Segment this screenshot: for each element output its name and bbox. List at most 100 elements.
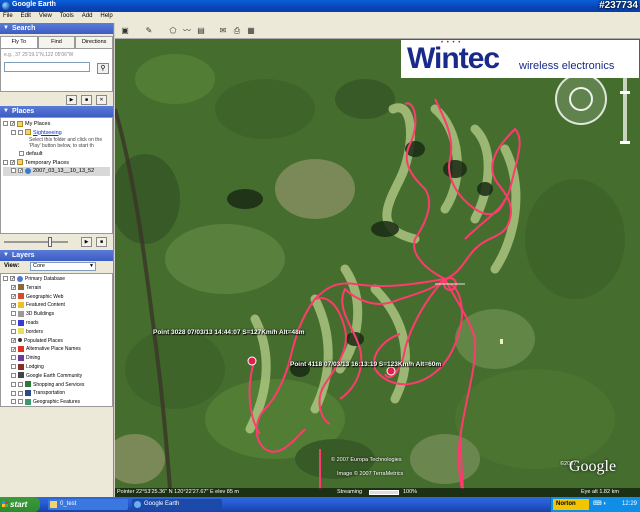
checkbox-icon[interactable] <box>11 337 16 343</box>
stop-tour-button[interactable]: ■ <box>96 237 107 247</box>
checkbox-icon[interactable] <box>18 129 23 135</box>
tilt-slider[interactable] <box>555 48 615 50</box>
checkbox-icon[interactable] <box>19 151 24 157</box>
play-tour-button[interactable]: ▶ <box>81 237 92 247</box>
task-google-earth[interactable]: Google Earth <box>132 499 222 510</box>
view-select[interactable]: Core ▼ <box>30 262 96 271</box>
checkbox-icon[interactable] <box>11 328 16 334</box>
checkbox-icon[interactable] <box>11 284 16 290</box>
layer-item[interactable]: Alternative Place Names <box>3 345 110 354</box>
search-go-button[interactable]: ⚲ <box>97 63 109 74</box>
tab-directions[interactable]: Directions <box>75 36 114 48</box>
ime-indicator[interactable]: ⌨ ◐ <box>593 499 607 510</box>
checkbox-icon[interactable] <box>11 355 16 361</box>
tab-fly-to[interactable]: Fly To <box>0 36 38 48</box>
layer-label: Terrain <box>26 284 42 291</box>
checkbox-icon[interactable] <box>11 372 16 378</box>
checkbox-icon[interactable] <box>10 159 15 165</box>
stop-button[interactable]: ■ <box>81 95 92 105</box>
checkbox-icon[interactable] <box>11 311 16 317</box>
tree-item-sightseeing[interactable]: Sightseeing <box>3 129 110 138</box>
clear-button[interactable]: ✕ <box>96 95 107 105</box>
chevron-down-icon[interactable]: ▼ <box>89 263 94 269</box>
checkbox-icon[interactable] <box>11 293 16 299</box>
tour-speed-track[interactable] <box>4 241 68 243</box>
layer-label: Transportation <box>33 390 66 397</box>
fly-to-input[interactable] <box>4 62 90 72</box>
checkbox-icon[interactable] <box>18 168 23 174</box>
checkbox-icon[interactable] <box>11 364 16 370</box>
play-button[interactable]: ▶ <box>66 95 77 105</box>
expand-icon[interactable] <box>3 121 8 127</box>
point-4118-marker[interactable] <box>386 366 396 376</box>
layer-item[interactable]: Shopping and Services <box>3 381 110 390</box>
menu-edit[interactable]: Edit <box>18 12 34 20</box>
layer-item[interactable]: Terrain <box>3 284 110 293</box>
norton-button[interactable]: Norton <box>553 499 589 510</box>
navigation-compass[interactable]: N <box>555 72 607 125</box>
maps-icon[interactable]: ▦ <box>245 25 257 36</box>
expand-icon[interactable] <box>11 381 16 387</box>
zoom-out-icon[interactable] <box>620 141 630 144</box>
layer-item[interactable]: Primary Database <box>3 275 110 284</box>
tab-find-businesses[interactable]: Find Businesses <box>37 36 76 55</box>
layer-item[interactable]: Geographic Features <box>3 398 110 406</box>
expand-icon[interactable] <box>11 399 16 405</box>
checkbox-icon[interactable] <box>11 346 16 352</box>
layer-item[interactable]: Lodging <box>3 363 110 372</box>
checkbox-icon[interactable] <box>10 121 15 127</box>
menu-tools[interactable]: Tools <box>57 12 77 20</box>
layer-item[interactable]: Featured Content <box>3 301 110 310</box>
path-icon[interactable]: 〰 <box>181 25 193 36</box>
checkbox-icon[interactable] <box>18 390 23 396</box>
checkbox-icon[interactable] <box>18 381 23 387</box>
start-button[interactable]: start <box>0 497 40 512</box>
expand-icon[interactable] <box>11 129 16 135</box>
zoom-in-icon[interactable] <box>620 67 630 70</box>
tree-item-my-places[interactable]: My Places <box>3 120 110 129</box>
print-icon[interactable]: ⎙ <box>231 25 243 36</box>
menu-add[interactable]: Add <box>79 12 96 20</box>
layer-item[interactable]: Populated Places <box>3 337 110 346</box>
checkbox-icon[interactable] <box>10 276 15 282</box>
layer-item[interactable]: borders <box>3 328 110 337</box>
task-test-folder[interactable]: 0_test <box>48 499 128 510</box>
overlay-icon[interactable]: ▤ <box>195 25 207 36</box>
menu-view[interactable]: View <box>36 12 55 20</box>
sidebar-toggle-icon[interactable]: ▣ <box>119 25 131 36</box>
layers-header[interactable]: Layers <box>0 250 113 261</box>
expand-icon[interactable] <box>11 390 16 396</box>
tour-speed-slider[interactable] <box>48 237 52 247</box>
layer-item[interactable]: Transportation <box>3 389 110 398</box>
layer-item[interactable]: roads <box>3 319 110 328</box>
menu-help[interactable]: Help <box>97 12 115 20</box>
search-header[interactable]: Search <box>0 23 113 34</box>
look-joystick[interactable] <box>569 87 593 111</box>
point-4118-label[interactable]: Point 4118 07/03/13 16:13:19 S=123Km/h A… <box>290 361 441 368</box>
expand-icon[interactable] <box>3 276 8 282</box>
tree-item-temporary-places[interactable]: Temporary Places <box>3 159 110 168</box>
point-3028-label[interactable]: Point 3028 07/03/13 14:44:07 S=127Km/h A… <box>153 329 305 336</box>
places-header[interactable]: Places <box>0 106 113 117</box>
checkbox-icon[interactable] <box>18 399 23 405</box>
menu-file[interactable]: File <box>0 12 16 20</box>
tree-item-label[interactable]: Sightseeing <box>33 130 62 136</box>
point-3028-marker[interactable] <box>247 356 257 366</box>
checkbox-icon[interactable] <box>11 302 16 308</box>
zoom-slider[interactable] <box>620 67 630 144</box>
checkbox-icon[interactable] <box>11 320 16 326</box>
layer-item[interactable]: Dining <box>3 354 110 363</box>
map-view[interactable]: ▣ ✎ ⬠ 〰 ▤ ✉ ⎙ ▦ • • • • Wintec wireless … <box>115 23 640 497</box>
polygon-icon[interactable]: ⬠ <box>167 25 179 36</box>
expand-icon[interactable] <box>11 168 16 174</box>
layer-item[interactable]: 3D Buildings <box>3 310 110 319</box>
layer-item[interactable]: Google Earth Community <box>3 372 110 381</box>
tree-item-default[interactable]: default <box>3 150 110 159</box>
expand-icon[interactable] <box>3 159 8 165</box>
placemark-icon[interactable]: ✎ <box>143 25 155 36</box>
tree-item-track[interactable]: 2007_03_13__10_13_52 <box>3 167 110 176</box>
layer-item[interactable]: Geographic Web <box>3 293 110 302</box>
zoom-thumb[interactable] <box>620 91 630 94</box>
email-icon[interactable]: ✉ <box>217 25 229 36</box>
search-hint: e.g., 37 25'19.1"N,122 05'06"W <box>4 52 74 58</box>
